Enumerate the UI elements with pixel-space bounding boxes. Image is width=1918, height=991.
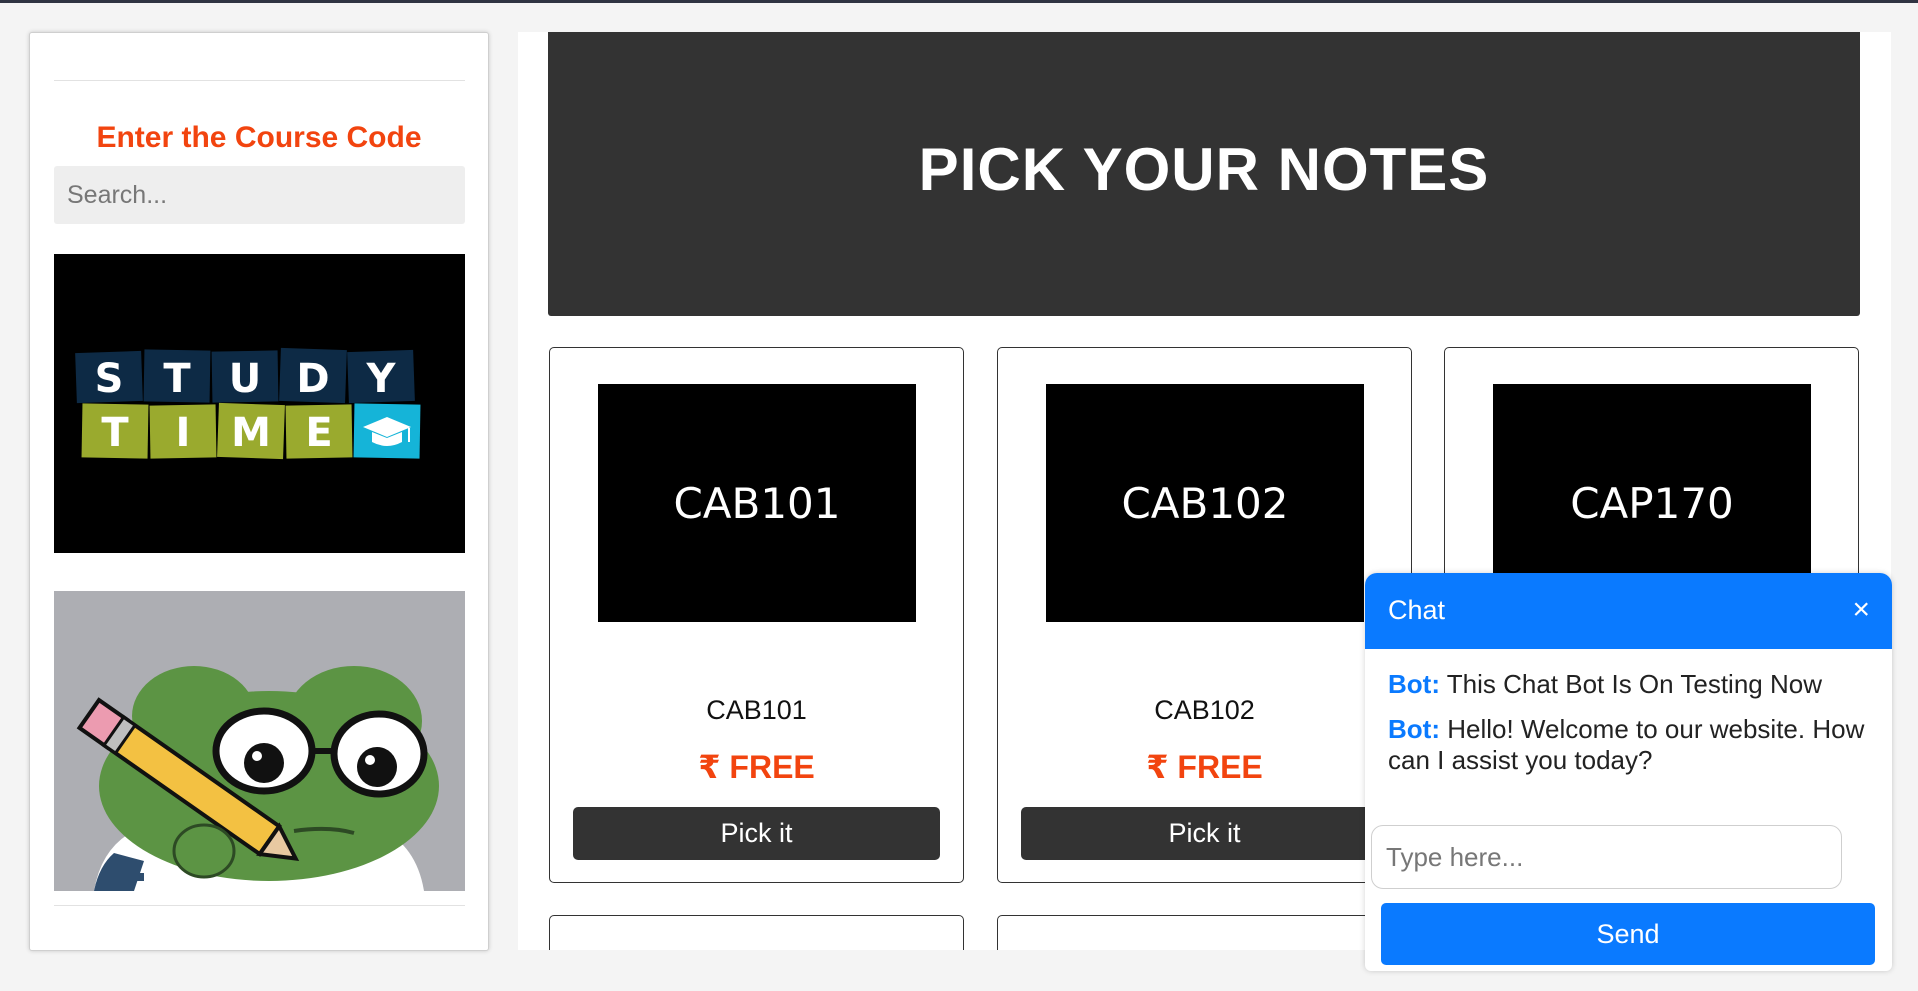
chat-sender: Bot: bbox=[1388, 714, 1440, 744]
chat-input[interactable] bbox=[1371, 825, 1842, 889]
course-code: CAB102 bbox=[1154, 695, 1255, 725]
sidebar: Enter the Course Code S T U D Y bbox=[29, 32, 489, 951]
chat-message-text: Hello! Welcome to our website. How can I… bbox=[1388, 714, 1865, 775]
top-bar bbox=[0, 0, 1918, 3]
chat-message: Bot: Hello! Welcome to our website. How … bbox=[1388, 714, 1868, 776]
course-thumbnail: CAB102 bbox=[1046, 384, 1364, 622]
logo-letter: E bbox=[305, 410, 332, 456]
frog-studying-image bbox=[54, 591, 465, 891]
sidebar-divider-bottom bbox=[54, 905, 465, 906]
study-time-logo-image: S T U D Y T I M E bbox=[54, 254, 465, 553]
course-card: CAB102 CAB102 ₹ FREE Pick it bbox=[997, 347, 1412, 883]
course-price: ₹ FREE bbox=[698, 749, 815, 785]
study-time-logo: S T U D Y T I M E bbox=[54, 254, 465, 553]
logo-row-time: T I M E bbox=[81, 402, 421, 460]
chat-message: Bot: This Chat Bot Is On Testing Now bbox=[1388, 669, 1868, 700]
logo-letter: M bbox=[231, 410, 271, 456]
pick-it-button[interactable]: Pick it bbox=[573, 807, 940, 860]
logo-letter: D bbox=[296, 356, 329, 402]
frog-illustration bbox=[54, 591, 465, 891]
logo-letter: T bbox=[101, 410, 129, 456]
logo-letter: U bbox=[229, 356, 261, 402]
logo-letter: I bbox=[176, 410, 191, 456]
course-card: CAB101 CAB101 ₹ FREE Pick it bbox=[549, 347, 964, 883]
chat-widget: Chat × Bot: This Chat Bot Is On Testing … bbox=[1365, 573, 1892, 971]
sidebar-heading: Enter the Course Code bbox=[96, 121, 422, 154]
course-thumbnail: CAB101 bbox=[598, 384, 916, 622]
course-price: ₹ FREE bbox=[1146, 749, 1263, 785]
course-code: CAB101 bbox=[706, 695, 807, 725]
logo-letter: T bbox=[163, 356, 191, 402]
logo-letter: S bbox=[95, 356, 124, 402]
chat-title: Chat bbox=[1388, 595, 1446, 625]
logo-row-study: S T U D Y bbox=[75, 347, 415, 404]
logo-letter: Y bbox=[366, 356, 397, 402]
search-input[interactable] bbox=[54, 166, 465, 224]
page-title: PICK YOUR NOTES bbox=[918, 135, 1490, 203]
sidebar-divider-top bbox=[54, 80, 465, 81]
pick-it-button[interactable]: Pick it bbox=[1021, 807, 1388, 860]
course-card bbox=[997, 915, 1412, 950]
close-icon[interactable]: × bbox=[1852, 595, 1870, 625]
chat-sender: Bot: bbox=[1388, 669, 1440, 699]
chat-header: Chat × bbox=[1365, 573, 1892, 649]
hero-banner: PICK YOUR NOTES bbox=[548, 32, 1860, 316]
chat-message-text: This Chat Bot Is On Testing Now bbox=[1446, 669, 1822, 699]
send-button[interactable]: Send bbox=[1381, 903, 1875, 965]
course-card bbox=[549, 915, 964, 950]
